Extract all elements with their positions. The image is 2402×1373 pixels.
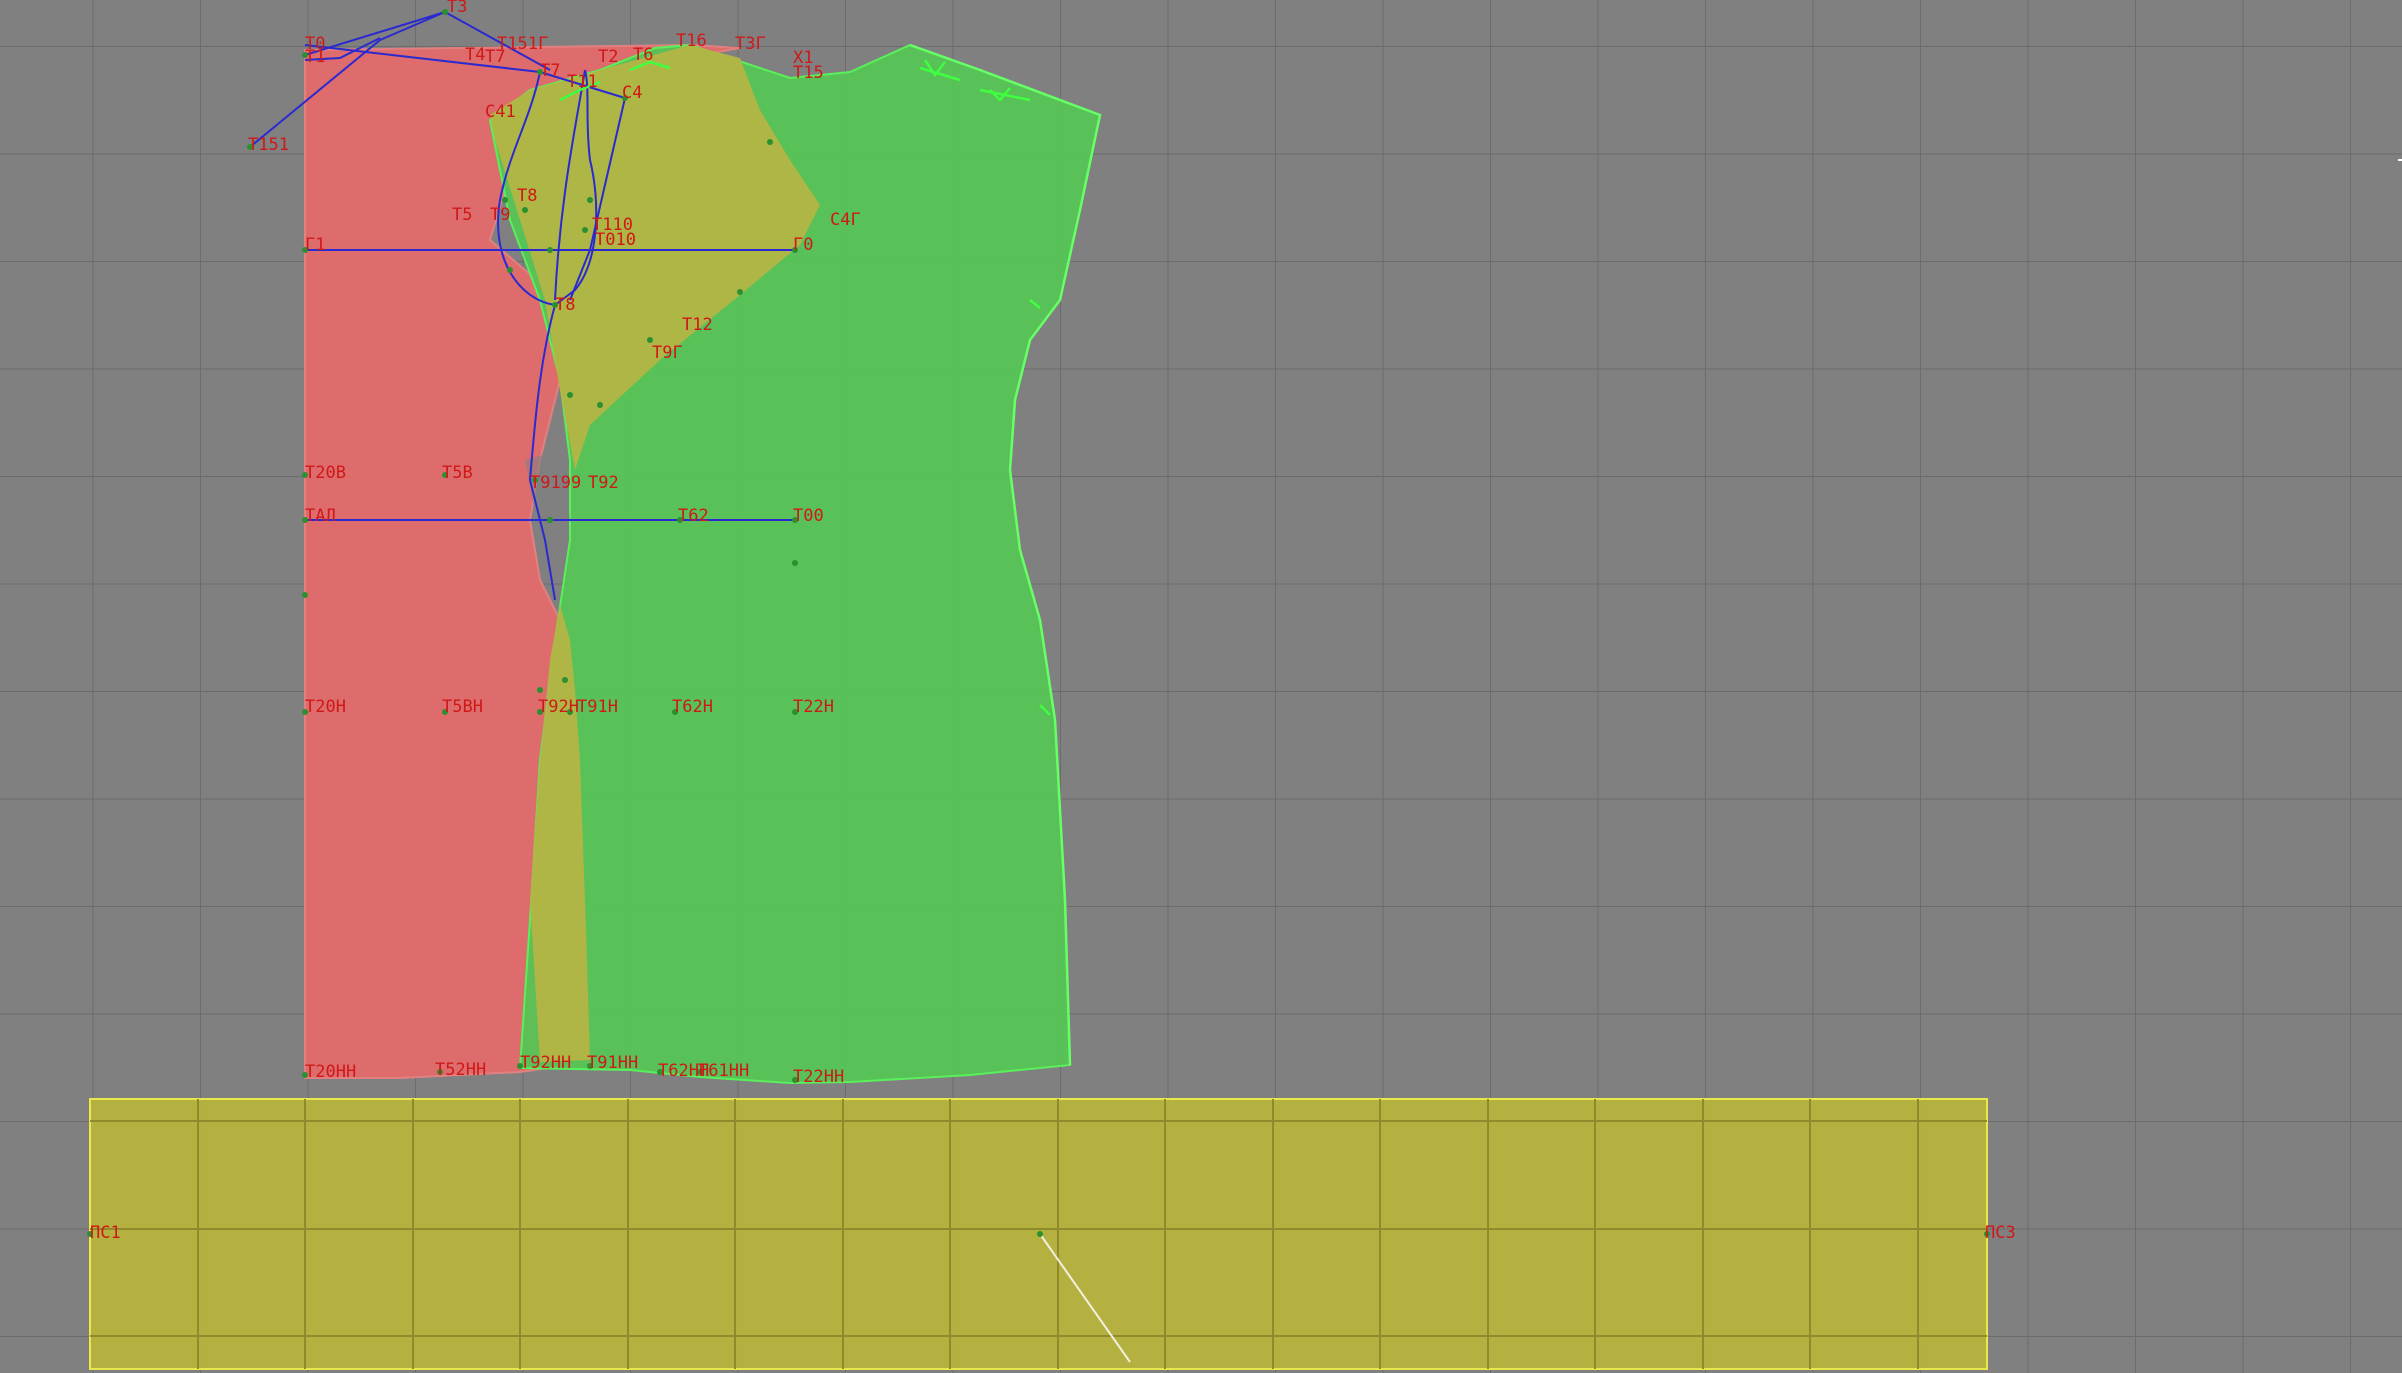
label-c41: С41 (485, 102, 516, 122)
label-t62h: Т62Н (672, 697, 713, 717)
label-t5bn: Т5ВН (442, 697, 483, 717)
label-t12: Т12 (682, 315, 713, 335)
label-t20n: Т20Н (305, 697, 346, 717)
label-t1: Т1 (305, 47, 325, 67)
label-t9199: Т9199 (530, 473, 581, 493)
label-t9g: Т9Г (652, 343, 683, 363)
label-t22nn: Т22НН (793, 1067, 844, 1087)
label-t7: Т7 (540, 61, 560, 81)
label-t92h: Т92Н (538, 697, 579, 717)
label-t8b: Т8 (555, 295, 575, 315)
label-t9: Т9 (490, 205, 510, 225)
label-ps3: ПС3 (1985, 1223, 2016, 1243)
label-t6: Т6 (633, 45, 653, 65)
label-t8: Т8 (517, 186, 537, 206)
label-t00: Т00 (793, 506, 824, 526)
label-t4: Т4 (465, 45, 485, 65)
label-t92nn: Т92НН (520, 1053, 571, 1073)
label-g1: Г1 (305, 235, 325, 255)
label-t7x: Т7 (485, 47, 505, 67)
label-t11: Т11 (567, 72, 598, 92)
label-t62: Т62 (678, 506, 709, 526)
pattern-canvas[interactable]: Т3 Т0 Т1 Т151Г Т4 Т7 Т7 Т2 Т6 Т16 Т3Г Х1… (0, 0, 2402, 1373)
label-t52nn: Т52НН (435, 1060, 486, 1080)
label-c4g: С4Г (830, 210, 861, 230)
label-t61nn: Т61НН (698, 1061, 749, 1081)
label-t91h: Т91Н (577, 697, 618, 717)
label-t20v: Т20В (305, 463, 346, 483)
label-t5v: Т5В (442, 463, 473, 483)
label-tal: ТАЛ (305, 506, 336, 526)
label-t15: Т15 (793, 63, 824, 83)
label-t3: Т3 (447, 0, 467, 17)
label-t010: Т010 (595, 230, 636, 250)
label-t22h: Т22Н (793, 697, 834, 717)
label-t5: Т5 (452, 205, 472, 225)
label-t92: Т92 (588, 473, 619, 493)
label-t20nn: Т20НН (305, 1062, 356, 1082)
label-t2: Т2 (598, 47, 618, 67)
label-g0: Г0 (793, 235, 813, 255)
label-t151: Т151 (248, 135, 289, 155)
label-t91nn: Т91НН (587, 1053, 638, 1073)
label-ps1: ПС1 (90, 1223, 121, 1243)
label-t3g: Т3Г (735, 34, 766, 54)
label-c4: С4 (622, 83, 642, 103)
label-t16: Т16 (676, 31, 707, 51)
